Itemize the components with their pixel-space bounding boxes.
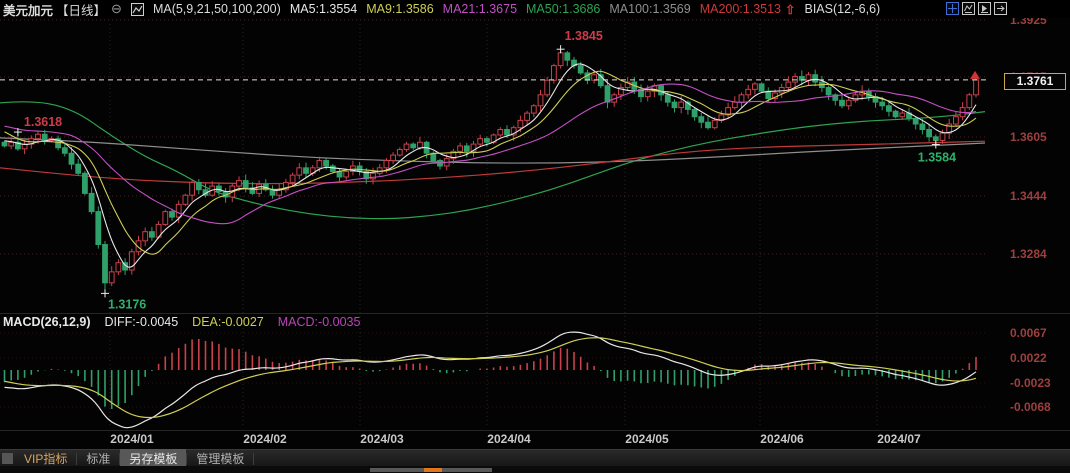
macd-macd-value: MACD:-0.0035: [277, 315, 361, 329]
horizontal-scrollbar[interactable]: [370, 468, 492, 472]
ma100-value: MA100:1.3569: [609, 2, 691, 16]
svg-text:-0.0023: -0.0023: [1010, 376, 1051, 390]
crosshair-icon[interactable]: [946, 2, 959, 15]
svg-text:2024/07: 2024/07: [877, 432, 921, 446]
ma9-value: MA9:1.3586: [366, 2, 434, 16]
macd-header: MACD(26,12,9) DIFF:-0.0045 DEA:-0.0027 M…: [3, 315, 360, 329]
svg-text:1.3618: 1.3618: [24, 115, 62, 129]
chart-toolbar: [946, 2, 1007, 15]
tabbar-handle-icon[interactable]: [2, 453, 13, 464]
svg-text:-0.0068: -0.0068: [1010, 400, 1051, 414]
svg-text:1.3444: 1.3444: [1010, 189, 1047, 203]
svg-text:1.3284: 1.3284: [1010, 247, 1047, 261]
symbol-name: 美元加元: [3, 3, 54, 18]
long-ma-lines: [0, 101, 986, 220]
svg-text:1.3176: 1.3176: [108, 297, 146, 311]
svg-text:1.3845: 1.3845: [565, 29, 603, 43]
bottom-strip: [0, 466, 1070, 473]
bias-label: BIAS(12,-6,6): [804, 2, 881, 16]
close-panel-icon[interactable]: [994, 2, 1007, 15]
chart-app: 美元加元 【日线】 ⊖ MA(5,9,21,50,100,200) MA5:1.…: [0, 0, 1070, 473]
timeframe-label: 【日线】: [56, 3, 107, 18]
indicator-window-icon[interactable]: [962, 2, 975, 15]
ma5-value: MA5:1.3554: [289, 2, 358, 16]
macd-diff-value: DIFF:-0.0045: [104, 315, 179, 329]
chart-header: 美元加元 【日线】 ⊖ MA(5,9,21,50,100,200) MA5:1.…: [0, 0, 1070, 18]
indicator-chart-icon[interactable]: [130, 2, 144, 16]
template-tabbar: VIP指标 标准 另存模板 管理模板: [0, 449, 1070, 468]
svg-text:2024/06: 2024/06: [760, 432, 804, 446]
price-chart-canvas[interactable]: 2024/01 2024/02 2024/03 2024/04 2024/05 2024/…: [0, 0, 1070, 473]
svg-text:2024/04: 2024/04: [487, 432, 531, 446]
svg-text:2024/05: 2024/05: [625, 432, 669, 446]
price-arrow-icon: [970, 70, 980, 79]
ma200-value: MA200:1.3513: [699, 2, 781, 16]
macd-panel: [3, 331, 977, 429]
svg-text:1.3605: 1.3605: [1010, 130, 1047, 144]
current-price-box: 1.3761: [1004, 73, 1066, 90]
scrollbar-thumb[interactable]: [424, 468, 442, 472]
ma21-value: MA21:1.3675: [442, 2, 518, 16]
svg-text:2024/03: 2024/03: [360, 432, 404, 446]
macd-title: MACD(26,12,9): [3, 315, 91, 329]
ma-settings-label: MA(5,9,21,50,100,200): [152, 2, 281, 16]
svg-text:2024/02: 2024/02: [243, 432, 287, 446]
separate-window-icon[interactable]: [978, 2, 991, 15]
svg-text:2024/01: 2024/01: [110, 432, 154, 446]
collapse-icon[interactable]: ⊖: [111, 1, 122, 17]
ma50-value: MA50:1.3686: [526, 2, 601, 16]
tab-separator: [253, 452, 255, 465]
svg-text:0.0022: 0.0022: [1010, 351, 1047, 365]
svg-text:0.0067: 0.0067: [1010, 326, 1047, 340]
svg-text:1.3584: 1.3584: [918, 150, 956, 164]
macd-dea-value: DEA:-0.0027: [192, 315, 264, 329]
trend-up-arrow-icon: ⇧: [785, 2, 796, 17]
